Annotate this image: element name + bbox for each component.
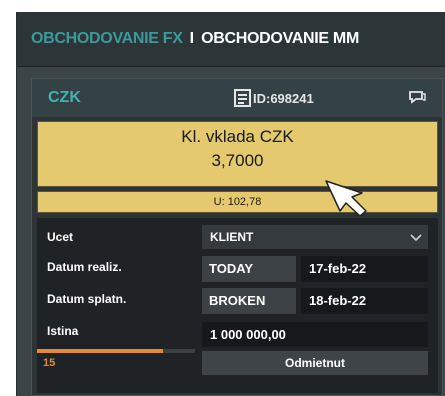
rate-value: 3,7000 <box>211 151 264 170</box>
account-label: Ucet <box>47 230 74 244</box>
trading-tabs: OBCHODOVANIE FX I OBCHODOVANIE MM <box>17 12 445 67</box>
rate-label: Kl. vklada CZK <box>181 127 294 146</box>
tab-separator: I <box>189 30 195 47</box>
maturity-tenor-button[interactable]: BROKEN <box>202 288 296 314</box>
deal-ticket: CZK ID:698241 Kl. vklada CZK 3,7000 U: 1… <box>31 78 443 396</box>
principal-label: Istina <box>47 324 79 338</box>
u-value-box: U: 102,78 <box>37 191 438 213</box>
mm-trading-panel: OBCHODOVANIE FX I OBCHODOVANIE MM CZK ID… <box>16 12 445 396</box>
timer-progress-fill <box>37 349 164 353</box>
rate-quote-box[interactable]: Kl. vklada CZK 3,7000 <box>37 121 438 187</box>
chevron-down-icon <box>410 234 422 242</box>
realization-date-label: Datum realiz. <box>47 260 122 274</box>
tab-mm-trading[interactable]: OBCHODOVANIE MM <box>201 30 359 48</box>
realization-date-field[interactable]: 17-feb-22 <box>301 256 428 282</box>
ticket-header: CZK ID:698241 <box>32 79 442 117</box>
maturity-date-field[interactable]: 18-feb-22 <box>301 288 428 314</box>
reject-button[interactable]: Odmietnut <box>202 351 428 375</box>
mouse-cursor-icon <box>325 180 367 217</box>
document-icon[interactable] <box>234 89 251 107</box>
account-value: KLIENT <box>210 230 254 244</box>
realization-tenor-button[interactable]: TODAY <box>202 256 296 282</box>
ticket-id: ID:698241 <box>234 89 314 107</box>
account-select[interactable]: KLIENT <box>202 225 428 249</box>
timer-value: 15 <box>43 357 56 369</box>
timer-progress-bar <box>37 349 195 353</box>
deal-form: Ucet KLIENT Datum realiz. TODAY 17-feb-2… <box>37 218 438 393</box>
currency-label: CZK <box>48 89 81 106</box>
ticket-id-text: ID:698241 <box>253 90 314 106</box>
chat-icon[interactable] <box>408 90 426 104</box>
principal-input[interactable]: 1 000 000,00 <box>202 322 428 347</box>
maturity-date-label: Datum splatn. <box>47 292 127 306</box>
tab-fx-trading[interactable]: OBCHODOVANIE FX <box>31 30 183 48</box>
